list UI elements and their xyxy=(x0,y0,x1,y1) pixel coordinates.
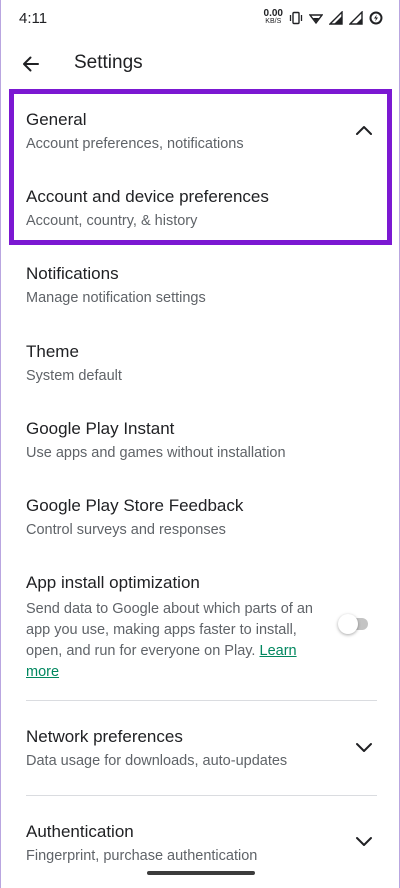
general-title: General xyxy=(26,110,87,129)
toggle-thumb xyxy=(338,614,358,634)
feedback-item[interactable]: Google Play Store Feedback Control surve… xyxy=(26,495,326,540)
notifications-title: Notifications xyxy=(26,264,119,283)
feedback-subtitle: Control surveys and responses xyxy=(26,522,226,538)
desc-line-text: open, and run for everyone on Play. xyxy=(26,643,256,659)
authentication-title: Authentication xyxy=(26,822,134,841)
vibrate-icon xyxy=(289,11,303,25)
app-bar: Settings xyxy=(1,40,400,88)
status-time: 4:11 xyxy=(19,9,48,27)
wifi-icon xyxy=(309,14,323,25)
status-bar: 4:11 0.00 KB/S xyxy=(1,0,400,36)
desc-line: app you use, making apps faster to insta… xyxy=(26,622,297,638)
account-device-subtitle: Account, country, & history xyxy=(26,213,198,229)
account-device-preferences-item[interactable]: Account and device preferences Account, … xyxy=(26,186,326,231)
desc-line: more xyxy=(26,662,326,683)
install-optimization-toggle[interactable] xyxy=(338,614,370,634)
network-expand-toggle[interactable] xyxy=(352,736,376,760)
chevron-up-icon xyxy=(356,126,372,135)
net-speed: 0.00 KB/S xyxy=(263,8,283,26)
network-title: Network preferences xyxy=(26,727,183,746)
authentication-subtitle: Fingerprint, purchase authentication xyxy=(26,848,258,864)
authentication-expand-toggle[interactable] xyxy=(352,830,376,854)
home-indicator[interactable] xyxy=(147,871,255,875)
authentication-header[interactable]: Authentication Fingerprint, purchase aut… xyxy=(26,821,326,866)
theme-subtitle: System default xyxy=(26,368,122,384)
arrow-back-icon xyxy=(23,56,39,72)
signal-icon xyxy=(329,11,343,25)
account-device-title: Account and device preferences xyxy=(26,187,269,206)
general-section-header[interactable]: General Account preferences, notificatio… xyxy=(26,109,326,154)
install-optimization-item: App install optimization Send data to Go… xyxy=(26,572,326,683)
general-subtitle: Account preferences, notifications xyxy=(26,136,244,152)
notifications-item[interactable]: Notifications Manage notification settin… xyxy=(26,263,326,308)
network-preferences-header[interactable]: Network preferences Data usage for downl… xyxy=(26,726,326,771)
notifications-subtitle: Manage notification settings xyxy=(26,290,206,306)
divider xyxy=(26,795,377,796)
back-button[interactable] xyxy=(17,50,45,78)
page-title: Settings xyxy=(74,52,143,73)
play-instant-item[interactable]: Google Play Instant Use apps and games w… xyxy=(26,418,326,463)
learn-more-link-cont[interactable]: more xyxy=(26,664,59,680)
divider xyxy=(26,700,377,701)
feedback-title: Google Play Store Feedback xyxy=(26,496,244,515)
install-optimization-description: Send data to Google about which parts of… xyxy=(26,599,326,683)
network-subtitle: Data usage for downloads, auto-updates xyxy=(26,753,288,769)
play-instant-subtitle: Use apps and games without installation xyxy=(26,445,286,461)
net-speed-unit: KB/S xyxy=(265,18,282,25)
signal-icon xyxy=(349,11,363,25)
general-expand-toggle[interactable] xyxy=(352,118,376,142)
play-instant-title: Google Play Instant xyxy=(26,419,175,438)
desc-line: open, and run for everyone on Play. Lear… xyxy=(26,641,326,662)
data-saver-icon xyxy=(369,11,383,25)
theme-title: Theme xyxy=(26,342,79,361)
theme-item[interactable]: Theme System default xyxy=(26,341,326,386)
status-icons: 0.00 KB/S xyxy=(263,8,383,26)
chevron-down-icon xyxy=(356,743,372,752)
net-speed-value: 0.00 xyxy=(263,8,283,19)
desc-line: Send data to Google about which parts of… xyxy=(26,601,313,617)
chevron-down-icon xyxy=(356,837,372,846)
learn-more-link[interactable]: Learn xyxy=(260,643,297,659)
install-optimization-title: App install optimization xyxy=(26,573,200,592)
